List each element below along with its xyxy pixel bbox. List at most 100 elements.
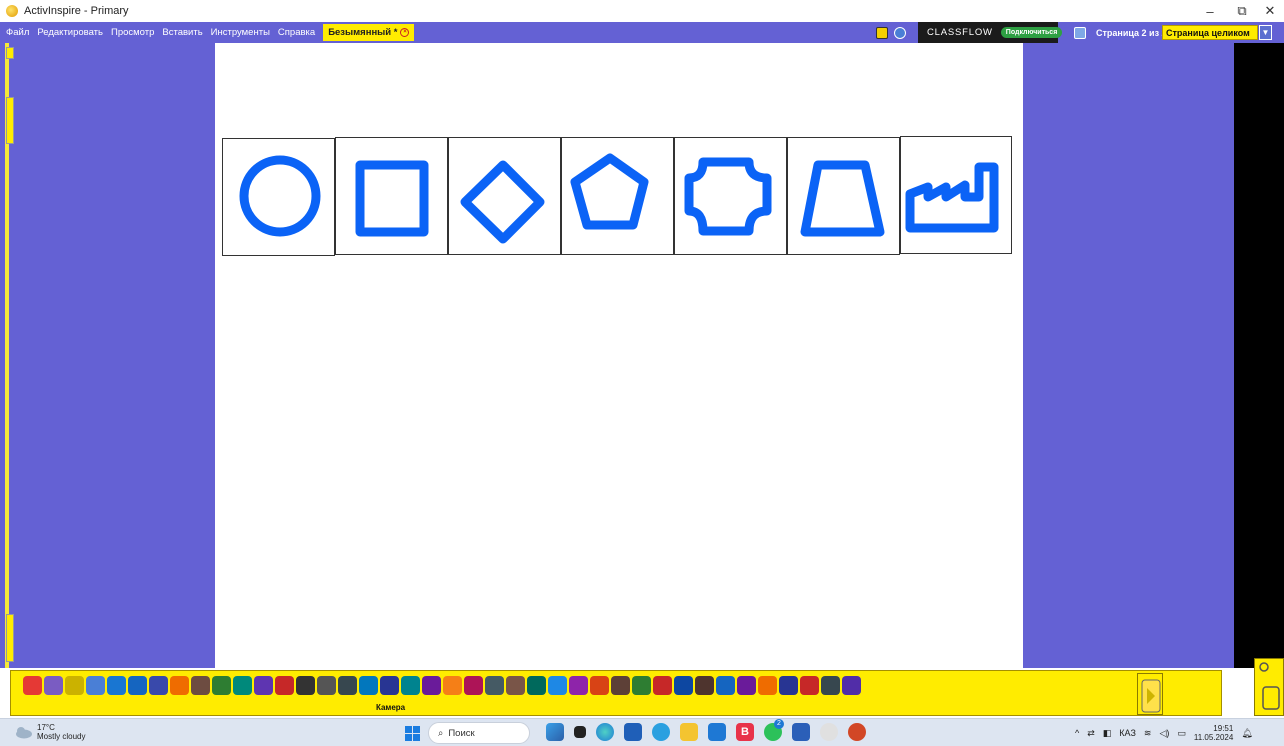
mail-icon[interactable] (708, 723, 726, 741)
pen-tool-icon[interactable] (23, 676, 42, 695)
menu-edit[interactable]: Редактировать (33, 27, 107, 38)
connector-icon[interactable] (233, 676, 252, 695)
close-tab-icon[interactable]: × (400, 28, 410, 37)
store-icon[interactable] (624, 723, 642, 741)
close-button[interactable]: ✕ (1254, 0, 1284, 22)
notes-icon[interactable] (695, 676, 714, 695)
zoom-select[interactable]: Страница целиком (1162, 25, 1258, 40)
connect-button[interactable]: Подключиться (1000, 27, 1063, 38)
magic-ink-icon[interactable] (170, 676, 189, 695)
shape-cell-octagon[interactable] (674, 137, 787, 255)
app-icon-widget[interactable] (546, 723, 564, 741)
dashboard-icon[interactable] (876, 26, 888, 39)
dice-icon[interactable] (485, 676, 504, 695)
menu-view[interactable]: Просмотр (107, 27, 158, 38)
pen-2-icon[interactable] (128, 676, 147, 695)
browser-toggle-icon[interactable] (6, 47, 14, 59)
teacher-icon[interactable] (548, 676, 567, 695)
network-share-icon[interactable]: ⇄ (1087, 728, 1095, 739)
grid-icon[interactable] (569, 676, 588, 695)
edge-icon[interactable] (596, 723, 614, 741)
shape-cell-square[interactable] (335, 137, 448, 255)
screen-keyboard-icon[interactable] (674, 676, 693, 695)
shape-cell-trapezoid[interactable] (787, 137, 900, 255)
menu-insert[interactable]: Вставить (158, 27, 206, 38)
magnify-icon[interactable] (317, 676, 336, 695)
web-icon[interactable] (632, 676, 651, 695)
text-icon[interactable] (254, 676, 273, 695)
revealer-icon[interactable] (464, 676, 483, 695)
wifi-icon[interactable]: ≋ (1144, 728, 1152, 739)
language-indicator[interactable]: КАЗ (1119, 728, 1136, 738)
camera-icon[interactable] (338, 676, 357, 695)
workspace-background-left (0, 43, 215, 668)
pen-3-icon[interactable] (149, 676, 168, 695)
calculator-icon[interactable] (506, 676, 525, 695)
clock[interactable]: 19:51 11.05.2024 (1194, 724, 1233, 742)
highlighter-icon[interactable] (86, 676, 105, 695)
text-box-icon[interactable] (779, 676, 798, 695)
side-tab-handle-bottom[interactable] (6, 614, 14, 662)
menu-tools[interactable]: Инструменты (207, 27, 274, 38)
eraser-icon[interactable] (191, 676, 210, 695)
page-browser-icon[interactable] (1074, 26, 1086, 39)
stamp-icon[interactable] (296, 676, 315, 695)
fill-icon[interactable] (275, 676, 294, 695)
factory-icon (905, 162, 999, 233)
triangle-icon[interactable] (380, 676, 399, 695)
chevron-up-icon[interactable]: ^ (1075, 728, 1079, 738)
document-tab[interactable]: Безымянный * × (323, 24, 415, 41)
volume-icon[interactable]: ◁) (1159, 728, 1169, 739)
chevron-down-icon[interactable]: ▼ (1259, 25, 1272, 40)
menu-file[interactable]: Файл (0, 27, 33, 38)
task-view-icon[interactable] (574, 726, 586, 738)
taskbar-apps: B 2 (546, 719, 866, 741)
weather-temp: 17°C (37, 723, 55, 732)
clock-icon[interactable] (716, 676, 735, 695)
workspace-margin (1234, 43, 1284, 668)
spell-icon[interactable] (653, 676, 672, 695)
folder-icon[interactable] (680, 723, 698, 741)
account-icon[interactable] (894, 26, 906, 39)
misc-icon[interactable] (821, 676, 840, 695)
paw-icon[interactable] (842, 676, 861, 695)
windows-start-icon[interactable] (405, 726, 420, 741)
side-tab-handle[interactable] (6, 97, 14, 144)
battery-icon[interactable]: ▭ (1177, 728, 1186, 739)
weather-widget[interactable]: 17°C Mostly cloudy (14, 723, 85, 741)
minimize-button[interactable]: – (1194, 0, 1226, 22)
powerpoint-icon[interactable] (848, 723, 866, 741)
select-icon[interactable] (44, 676, 63, 695)
whatsapp-icon[interactable]: 2 (764, 719, 784, 741)
menu-help[interactable]: Справка (274, 27, 319, 38)
telegram-icon[interactable] (652, 723, 670, 741)
word-icon[interactable] (792, 723, 810, 741)
meet-icon[interactable]: ◧ (1103, 728, 1112, 739)
document-tab-label: Безымянный * (328, 27, 398, 38)
trash-icon[interactable] (1137, 673, 1163, 715)
protractor-icon[interactable] (422, 676, 441, 695)
scalloped-octagon-icon (684, 157, 772, 236)
sound-icon[interactable] (737, 676, 756, 695)
timer-icon[interactable] (590, 676, 609, 695)
shape-cell-diamond[interactable] (448, 137, 561, 255)
title-bar: ActivInspire - Primary – ⧉ ✕ (0, 0, 1284, 22)
bell-icon[interactable]: 🔔︎ (1241, 728, 1252, 739)
shape-cell-circle[interactable] (222, 138, 335, 256)
compass-icon[interactable] (443, 676, 462, 695)
pen-icon[interactable] (107, 676, 126, 695)
search-box[interactable]: ⌕ Поиск (428, 722, 530, 744)
page-bin-icon[interactable] (1254, 658, 1284, 716)
clipart-icon[interactable] (527, 676, 546, 695)
video-icon[interactable] (758, 676, 777, 695)
b-app-icon[interactable]: B (736, 723, 754, 741)
recorder-icon[interactable] (611, 676, 630, 695)
spotlight-icon[interactable] (359, 676, 378, 695)
marker-icon[interactable] (65, 676, 84, 695)
shape-cell-pentagon[interactable] (561, 137, 674, 255)
activinspire-taskbar-icon[interactable] (820, 723, 838, 741)
shape-cell-factory[interactable] (900, 136, 1012, 254)
ruler-icon[interactable] (401, 676, 420, 695)
shape-icon[interactable] (212, 676, 231, 695)
page-icon[interactable] (800, 676, 819, 695)
